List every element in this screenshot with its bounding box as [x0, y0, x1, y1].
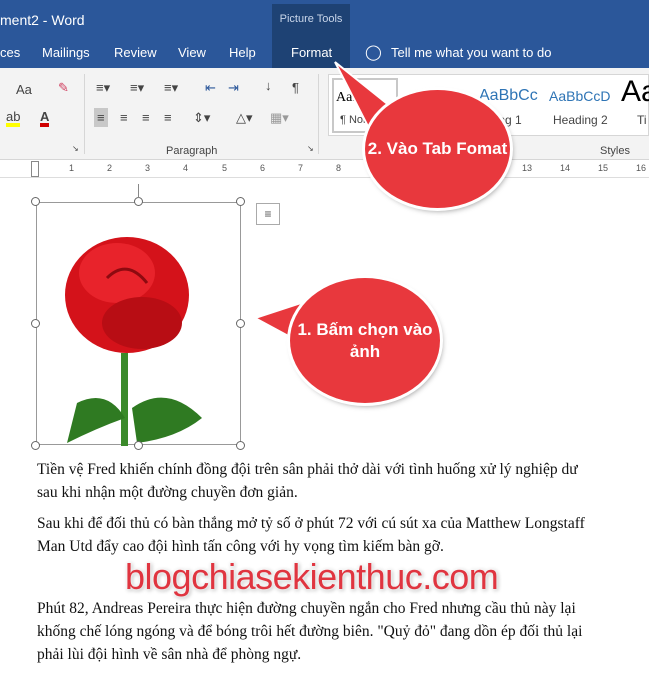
- callout-format-tab: 2. Vào Tab Fomat: [365, 90, 510, 208]
- callout-select-image: 1. Bấm chọn vào ảnh: [290, 278, 440, 403]
